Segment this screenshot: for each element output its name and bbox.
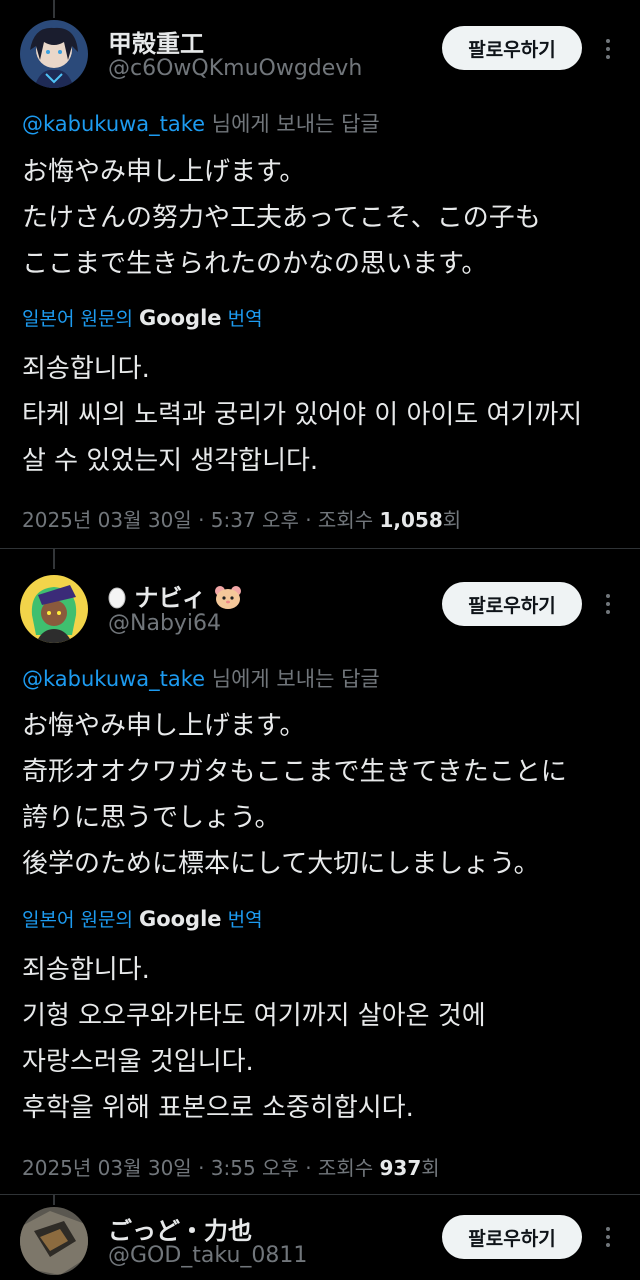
egg-icon [108,584,134,612]
hamster-icon [214,584,242,612]
avatar[interactable] [20,20,88,88]
translation-prefix: 일본어 원문의 [22,909,133,931]
reply-mention-link[interactable]: @kabukuwa_take [22,667,205,691]
translated-line: 후학을 위해 표본으로 소중히합시다. [22,1093,414,1123]
original-line: 奇形オオクワガタもここまで生きてきたことに [22,757,567,787]
translation-label[interactable]: 일본어 원문의 Google 번역 [22,905,263,932]
original-line: たけさんの努力や工夫あってこそ、この子も [22,203,541,233]
more-options-icon[interactable] [598,1222,618,1252]
timestamp[interactable]: 2025년 03월 30일 · 5:37 오후 · 조회수 [22,508,373,532]
reply-to-line: @kabukuwa_take 님에게 보내는 답글 [22,663,380,693]
original-line: 誇りに思うでしょう。 [22,803,281,833]
reply-suffix: 님에게 보내는 답글 [211,667,380,691]
user-handle[interactable]: @c6OwQKmuOwgdevh [108,56,362,81]
original-line: お悔やみ申し上げます。 [22,711,306,741]
more-options-icon[interactable] [598,589,618,619]
translated-line: 죄송합니다. [22,955,150,985]
translation-suffix: 번역 [227,909,263,931]
translated-text: 죄송합니다. 기형 오오쿠와가타도 여기까지 살아온 것에 자랑스러울 것입니다… [22,947,486,1131]
original-text: お悔やみ申し上げます。 奇形オオクワガタもここまで生きてきたことに 誇りに思うで… [22,703,567,887]
original-line: ここまで生きられたのかなの思います。 [22,249,488,279]
original-text: お悔やみ申し上げます。 たけさんの努力や工夫あってこそ、この子も ここまで生きら… [22,149,541,287]
user-handle[interactable]: @Nabyi64 [108,611,221,636]
tweet-meta: 2025년 03월 30일 · 5:37 오후 · 조회수 1,058회 [22,504,461,533]
original-line: 後学のために標本にして大切にしましょう。 [22,849,540,879]
translated-text: 죄송합니다. 타케 씨의 노력과 궁리가 있어야 이 아이도 여기까지 살 수 … [22,346,582,484]
reply-tweet-3[interactable]: ごっど・力也 @GOD_taku_0811 팔로우하기 [0,1195,640,1280]
timestamp[interactable]: 2025년 03월 30일 · 3:55 오후 · 조회수 [22,1156,373,1180]
display-name-text: ナビィ [134,584,206,612]
follow-button[interactable]: 팔로우하기 [442,582,582,626]
original-line: お悔やみ申し上げます。 [22,157,306,187]
reply-suffix: 님에게 보내는 답글 [211,112,380,136]
display-name[interactable]: ナビィ [108,578,242,613]
google-logo: Google [138,907,222,931]
translated-line: 죄송합니다. [22,354,150,384]
translated-line: 살 수 있었는지 생각합니다. [22,446,319,476]
tweet-meta: 2025년 03월 30일 · 3:55 오후 · 조회수 937회 [22,1152,440,1181]
avatar[interactable] [20,575,88,643]
display-name[interactable]: 甲殻重工 [108,24,204,59]
user-handle[interactable]: @GOD_taku_0811 [108,1243,307,1268]
follow-button[interactable]: 팔로우하기 [442,1215,582,1259]
reply-to-line: @kabukuwa_take 님에게 보내는 답글 [22,108,380,138]
more-options-icon[interactable] [598,34,618,64]
translation-label[interactable]: 일본어 원문의 Google 번역 [22,304,263,331]
translation-prefix: 일본어 원문의 [22,308,133,330]
translated-line: 타케 씨의 노력과 궁리가 있어야 이 아이도 여기까지 [22,400,583,430]
view-unit: 회 [442,508,462,532]
view-count: 937 [379,1156,422,1180]
reply-mention-link[interactable]: @kabukuwa_take [22,112,205,136]
view-unit: 회 [421,1156,440,1180]
view-count: 1,058 [379,508,443,532]
follow-button[interactable]: 팔로우하기 [442,26,582,70]
reply-tweet-1[interactable]: 甲殻重工 @c6OwQKmuOwgdevh 팔로우하기 @kabukuwa_ta… [0,0,640,548]
google-logo: Google [138,306,222,330]
display-name[interactable]: ごっど・力也 [108,1211,252,1246]
translation-suffix: 번역 [227,308,263,330]
avatar[interactable] [20,1207,88,1275]
translated-line: 기형 오오쿠와가타도 여기까지 살아온 것에 [22,1001,486,1031]
reply-tweet-2[interactable]: ナビィ @Nabyi64 팔로우하기 @kabukuwa_take 님에게 보내… [0,549,640,1194]
translated-line: 자랑스러울 것입니다. [22,1047,254,1077]
